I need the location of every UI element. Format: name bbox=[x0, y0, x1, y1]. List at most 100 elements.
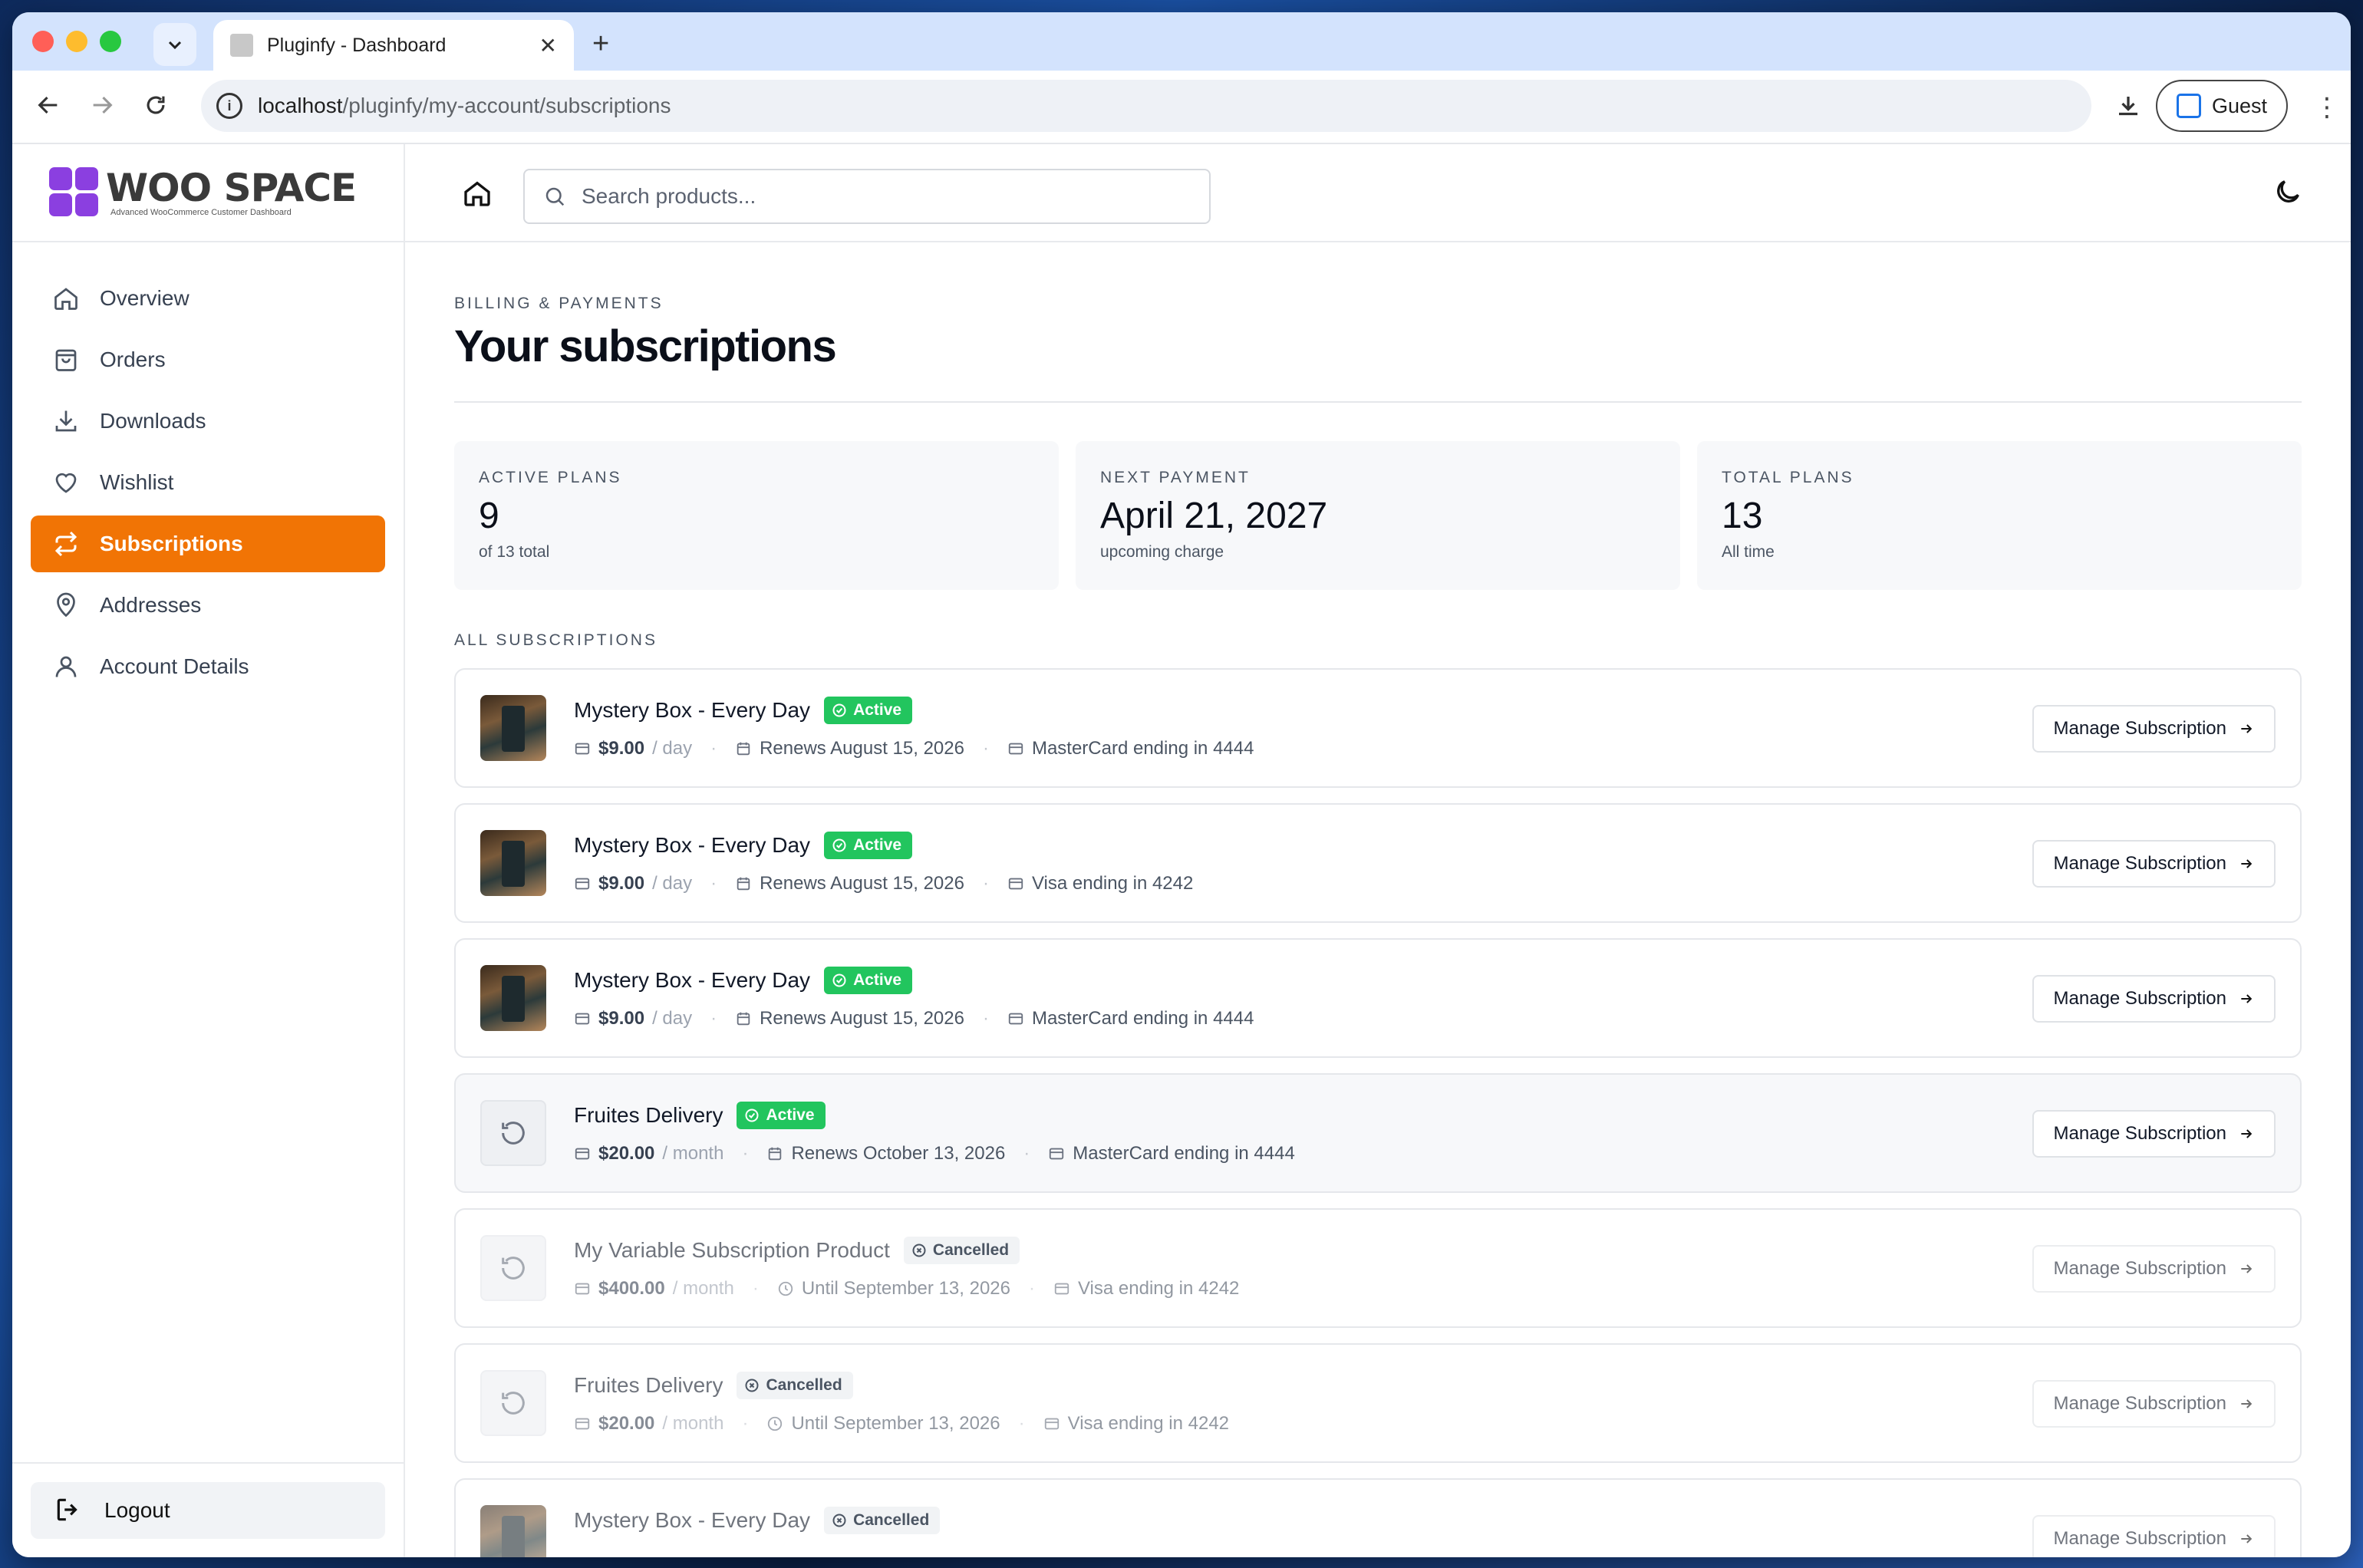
sidebar-item-label: Account Details bbox=[100, 654, 249, 678]
separator-dot: · bbox=[1018, 1413, 1025, 1434]
sidebar: WOO SPACE Advanced WooCommerce Customer … bbox=[12, 144, 405, 1557]
main-content: BILLING & PAYMENTS Your subscriptions AC… bbox=[405, 144, 2351, 1557]
separator-dot: · bbox=[752, 1278, 759, 1299]
manage-subscription-button[interactable]: Manage Subscription bbox=[2032, 975, 2276, 1023]
maximize-window-button[interactable] bbox=[100, 31, 121, 52]
sidebar-item-account-details[interactable]: Account Details bbox=[31, 638, 385, 695]
close-tab-icon[interactable]: ✕ bbox=[539, 33, 557, 58]
subscription-name[interactable]: Fruites Delivery bbox=[574, 1373, 723, 1398]
app: WOO SPACE Advanced WooCommerce Customer … bbox=[12, 144, 2351, 1557]
arrow-right-icon bbox=[2241, 859, 2253, 868]
logout-button[interactable]: Logout bbox=[31, 1482, 385, 1539]
sidebar-item-label: Subscriptions bbox=[100, 532, 243, 555]
separator-dot: · bbox=[742, 1143, 749, 1164]
credit-card-icon bbox=[575, 1283, 590, 1295]
subscription-name[interactable]: Mystery Box - Every Day bbox=[574, 698, 810, 723]
manage-subscription-button[interactable]: Manage Subscription bbox=[2032, 705, 2276, 753]
separator-dot: · bbox=[982, 873, 989, 894]
profile-label: Guest bbox=[2211, 94, 2268, 117]
new-tab-button[interactable]: + bbox=[592, 29, 609, 58]
manage-subscription-button[interactable]: Manage Subscription bbox=[2032, 840, 2276, 888]
page-eyebrow: BILLING & PAYMENTS bbox=[454, 295, 664, 312]
check-circle-icon bbox=[832, 838, 847, 853]
product-placeholder bbox=[480, 1370, 546, 1436]
profile-icon bbox=[2176, 94, 2201, 118]
site-info-icon[interactable]: i bbox=[216, 93, 242, 119]
sidebar-item-addresses[interactable]: Addresses bbox=[31, 577, 385, 634]
home-icon[interactable] bbox=[462, 178, 493, 209]
sidebar-item-overview[interactable]: Overview bbox=[31, 270, 385, 327]
payment-method: MasterCard ending in 4444 bbox=[1031, 1008, 1254, 1029]
manage-subscription-button[interactable]: Manage Subscription bbox=[2032, 1110, 2276, 1158]
separator-dot: · bbox=[710, 738, 717, 759]
date-info: Until September 13, 2026 bbox=[777, 1278, 1010, 1300]
product-placeholder bbox=[480, 1235, 546, 1301]
credit-card-icon bbox=[575, 1013, 590, 1025]
sidebar-item-label: Overview bbox=[100, 286, 190, 310]
credit-card-icon bbox=[1008, 743, 1023, 755]
brand-logo[interactable]: WOO SPACE Advanced WooCommerce Customer … bbox=[12, 144, 404, 242]
browser-window: Pluginfy - Dashboard ✕ + i localhost/plu… bbox=[12, 12, 2351, 1557]
date-info: Renews August 15, 2026 bbox=[735, 738, 964, 759]
close-window-button[interactable] bbox=[32, 31, 54, 52]
sidebar-item-wishlist[interactable]: Wishlist bbox=[31, 454, 385, 511]
payment-info: MasterCard ending in 4444 bbox=[1007, 1008, 1254, 1029]
stat-label: NEXT PAYMENT bbox=[1100, 469, 1251, 486]
subscription-name[interactable]: Mystery Box - Every Day bbox=[574, 968, 810, 993]
x-circle-icon bbox=[911, 1243, 927, 1258]
search-box[interactable] bbox=[523, 169, 1211, 224]
date-text: Until September 13, 2026 bbox=[791, 1413, 1000, 1434]
date-text: Until September 13, 2026 bbox=[801, 1278, 1010, 1299]
stat-subtext: All time bbox=[1722, 543, 1775, 561]
manage-subscription-button[interactable]: Manage Subscription bbox=[2032, 1380, 2276, 1428]
stat-value: 9 bbox=[479, 496, 499, 536]
search-input[interactable] bbox=[582, 184, 1119, 209]
price-value: $20.00 bbox=[598, 1143, 655, 1164]
sidebar-item-downloads[interactable]: Downloads bbox=[31, 393, 385, 450]
stat-subtext: upcoming charge bbox=[1100, 543, 1224, 561]
billing-period: / month bbox=[662, 1413, 724, 1434]
downloads-icon[interactable] bbox=[2114, 92, 2142, 127]
credit-card-icon bbox=[1050, 1148, 1064, 1160]
moon-icon[interactable] bbox=[2272, 176, 2303, 207]
address-bar: i localhost/pluginfy/my-account/subscrip… bbox=[12, 71, 2351, 144]
url-field[interactable]: i localhost/pluginfy/my-account/subscrip… bbox=[201, 80, 2091, 132]
map-pin-icon bbox=[51, 590, 81, 621]
forward-icon[interactable] bbox=[89, 92, 115, 125]
sidebar-item-label: Addresses bbox=[100, 593, 202, 617]
manage-subscription-button[interactable]: Manage Subscription bbox=[2032, 1515, 2276, 1557]
stat-card-active-plans: ACTIVE PLANS 9 of 13 total bbox=[454, 441, 1059, 590]
profile-button[interactable]: Guest bbox=[2156, 80, 2288, 132]
manage-button-label: Manage Subscription bbox=[2053, 1528, 2226, 1549]
manage-subscription-button[interactable]: Manage Subscription bbox=[2032, 1245, 2276, 1293]
price-info: $9.00 / day bbox=[574, 1008, 692, 1029]
stat-label: ACTIVE PLANS bbox=[479, 469, 622, 486]
subscription-name[interactable]: Mystery Box - Every Day bbox=[574, 833, 810, 858]
status-badge: Active bbox=[824, 697, 913, 724]
reload-icon[interactable] bbox=[143, 92, 169, 125]
repeat-icon bbox=[51, 529, 81, 559]
subscription-name[interactable]: Mystery Box - Every Day bbox=[574, 1508, 810, 1533]
browser-menu-icon[interactable]: ⋮ bbox=[2314, 92, 2340, 123]
credit-card-icon bbox=[575, 743, 590, 755]
credit-card-icon bbox=[1008, 1013, 1023, 1025]
tab-search-button[interactable] bbox=[153, 23, 196, 66]
logout-section: Logout bbox=[12, 1462, 404, 1557]
subscription-row: Mystery Box - Every Day Active $9.00 / d… bbox=[454, 938, 2302, 1058]
sidebar-item-orders[interactable]: Orders bbox=[31, 331, 385, 388]
sidebar-item-subscriptions[interactable]: Subscriptions bbox=[31, 516, 385, 572]
date-info: Renews August 15, 2026 bbox=[735, 1008, 964, 1029]
status-label: Cancelled bbox=[766, 1376, 842, 1394]
logout-icon bbox=[54, 1495, 84, 1526]
arrow-right-icon bbox=[2241, 994, 2253, 1003]
subscription-name[interactable]: Fruites Delivery bbox=[574, 1103, 723, 1128]
credit-card-icon bbox=[1008, 878, 1023, 890]
url-text: localhost/pluginfy/my-account/subscripti… bbox=[258, 94, 671, 118]
minimize-window-button[interactable] bbox=[66, 31, 87, 52]
tab-title: Pluginfy - Dashboard bbox=[267, 34, 447, 56]
browser-tab[interactable]: Pluginfy - Dashboard ✕ bbox=[213, 20, 574, 71]
payment-info: Visa ending in 4242 bbox=[1043, 1413, 1229, 1435]
payment-info: Visa ending in 4242 bbox=[1053, 1278, 1239, 1300]
subscription-name[interactable]: My Variable Subscription Product bbox=[574, 1238, 890, 1263]
back-icon[interactable] bbox=[35, 92, 61, 125]
